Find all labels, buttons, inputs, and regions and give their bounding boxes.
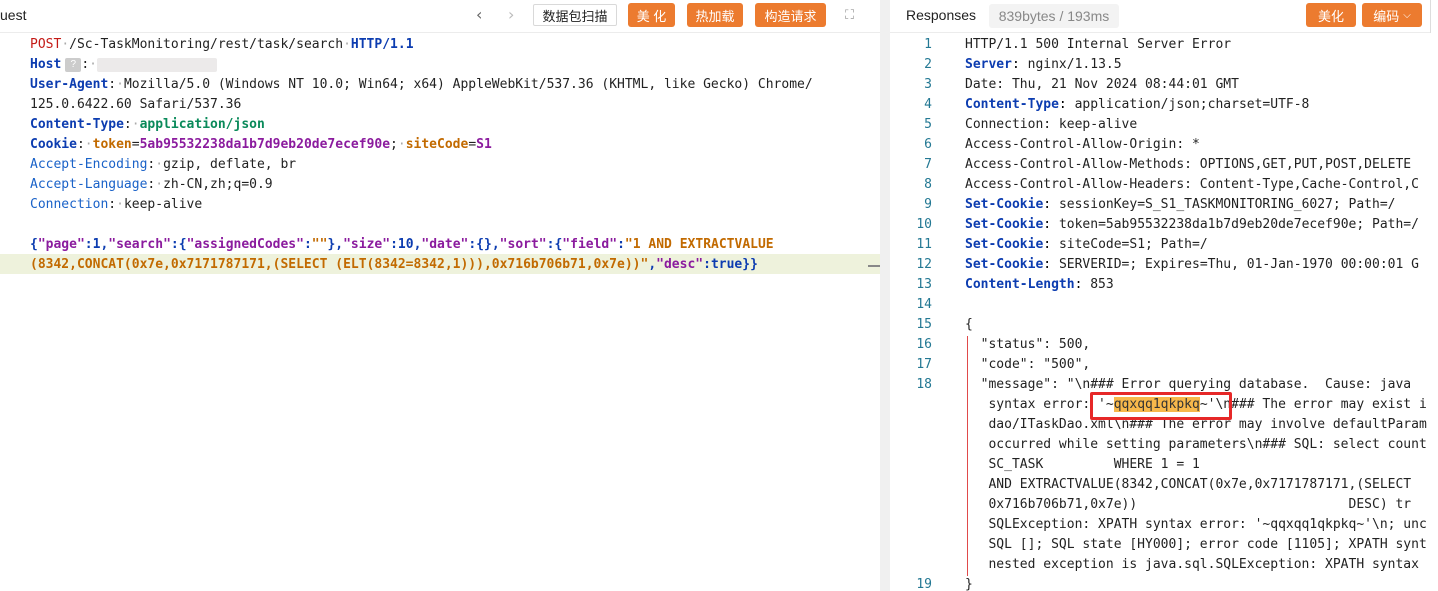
line-number xyxy=(890,435,932,455)
request-line-accept-encoding: Accept-Encoding:·gzip, deflate, br xyxy=(30,157,297,172)
response-line: Date: Thu, 21 Nov 2024 08:44:01 GMT xyxy=(965,77,1239,92)
request-line-content-type: Content-Type:·application/json xyxy=(30,117,265,132)
response-line: nested exception is java.sql.SQLExceptio… xyxy=(965,557,1419,572)
request-toolbar: uest ‹ › 数据包扫描 美 化 热加载 构造请求 ⛶ xyxy=(0,0,880,33)
response-line: Set-Cookie: SERVERID=; Expires=Thu, 01-J… xyxy=(965,257,1419,272)
response-size-badge: 839bytes / 193ms xyxy=(989,4,1119,28)
construct-request-button[interactable]: 构造请求 xyxy=(755,3,826,27)
hot-load-button[interactable]: 热加载 xyxy=(687,3,743,27)
line-number xyxy=(890,515,932,535)
request-line-accept-language: Accept-Language:·zh-CN,zh;q=0.9 xyxy=(30,177,273,192)
response-line: Set-Cookie: sessionKey=S_S1_TASKMONITORI… xyxy=(965,197,1396,212)
line-number: 11 xyxy=(916,237,932,252)
response-beautify-button[interactable]: 美化 xyxy=(1306,3,1356,27)
response-title: Responses xyxy=(906,7,977,23)
forward-icon[interactable]: › xyxy=(508,5,514,24)
response-line: SQLException: XPATH syntax error: '~qqxq… xyxy=(965,517,1427,532)
response-line: Content-Length: 853 xyxy=(965,277,1114,292)
scrollbar[interactable] xyxy=(1430,0,1438,33)
line-number: 17 xyxy=(916,357,932,372)
line-number: 1 xyxy=(924,37,932,52)
request-body-line-2: (8342,CONCAT(0x7e,0x7171787171,(SELECT (… xyxy=(30,257,758,272)
response-pane: Responses 839bytes / 193ms 美化 编码 ⌵ 1 HTTP/… xyxy=(890,0,1438,591)
line-number: 13 xyxy=(916,277,932,292)
response-line: Access-Control-Allow-Methods: OPTIONS,GE… xyxy=(965,157,1412,172)
response-line: Server: nginx/1.13.5 xyxy=(965,57,1122,72)
line-number: 7 xyxy=(924,157,932,172)
line-number xyxy=(890,455,932,475)
fold-guide xyxy=(967,336,968,576)
expand-icon[interactable]: ⛶ xyxy=(845,8,854,23)
line-number: 5 xyxy=(924,117,932,132)
line-number: 10 xyxy=(916,217,932,232)
line-number: 19 xyxy=(916,577,932,591)
line-number: 3 xyxy=(924,77,932,92)
line-number: 16 xyxy=(916,337,932,352)
response-line: Access-Control-Allow-Headers: Content-Ty… xyxy=(965,177,1419,192)
line-number: 18 xyxy=(916,377,932,392)
line-number: 6 xyxy=(924,137,932,152)
scroll-marker xyxy=(868,265,880,267)
request-title: uest xyxy=(0,7,27,23)
response-line: Content-Type: application/json;charset=U… xyxy=(965,97,1310,112)
line-number: 9 xyxy=(924,197,932,212)
response-line: Connection: keep-alive xyxy=(965,117,1138,132)
request-line-ua-wrap: 125.0.6422.60 Safari/537.36 xyxy=(30,97,242,112)
request-line-host: Host?:· xyxy=(30,55,217,75)
highlight-box xyxy=(1090,392,1232,420)
chevron-down-icon: ⌵ xyxy=(1403,9,1411,21)
encode-dropdown[interactable]: 编码 ⌵ xyxy=(1362,3,1422,27)
line-number xyxy=(890,415,932,435)
line-number: 2 xyxy=(924,57,932,72)
response-line: AND EXTRACTVALUE(8342,CONCAT(0x7e,0x7171… xyxy=(965,477,1419,492)
request-line-connection: Connection:·keep-alive xyxy=(30,197,203,212)
response-line: { xyxy=(965,317,973,332)
response-line: } xyxy=(965,577,973,591)
encode-label: 编码 xyxy=(1373,8,1400,24)
line-number xyxy=(890,395,932,415)
packet-scan-button[interactable]: 数据包扫描 xyxy=(533,4,617,26)
request-line-cookie: Cookie:·token=5ab95532238da1b7d9eb20de7e… xyxy=(30,137,492,152)
line-number xyxy=(890,535,932,555)
line-number: 4 xyxy=(924,97,932,112)
beautify-button[interactable]: 美 化 xyxy=(628,3,675,27)
line-number: 8 xyxy=(924,177,932,192)
line-number: 12 xyxy=(916,257,932,272)
response-toolbar: Responses 839bytes / 193ms 美化 编码 ⌵ xyxy=(890,0,1438,33)
response-line: 0x716b706b71,0x7e)) DESC) tr xyxy=(965,497,1412,512)
back-icon[interactable]: ‹ xyxy=(476,5,482,24)
line-number: 15 xyxy=(916,317,932,332)
request-line-ua: User-Agent:·Mozilla/5.0 (Windows NT 10.0… xyxy=(30,77,813,92)
response-line: Access-Control-Allow-Origin: * xyxy=(965,137,1200,152)
redacted-host xyxy=(96,57,217,72)
request-body-line-1: {"page":1,"search":{"assignedCodes":""},… xyxy=(30,237,774,252)
help-icon: ? xyxy=(65,57,82,72)
line-number: 14 xyxy=(916,297,932,312)
response-line: "code": "500", xyxy=(965,357,1091,372)
response-line: HTTP/1.1 500 Internal Server Error xyxy=(965,37,1232,52)
response-line: SQL []; SQL state [HY000]; error code [1… xyxy=(965,537,1427,552)
response-line: occurred while setting parameters\n### S… xyxy=(965,437,1427,452)
line-number xyxy=(890,555,932,575)
line-number xyxy=(890,475,932,495)
response-line: Set-Cookie: siteCode=S1; Path=/ xyxy=(965,237,1208,252)
line-number xyxy=(890,495,932,515)
response-line: Set-Cookie: token=5ab95532238da1b7d9eb20… xyxy=(965,217,1419,232)
response-line: "status": 500, xyxy=(965,337,1091,352)
request-pane: uest ‹ › 数据包扫描 美 化 热加载 构造请求 ⛶ POST·/Sc-T… xyxy=(0,0,880,591)
request-line-1: POST·/Sc-TaskMonitoring/rest/task/search… xyxy=(30,37,414,52)
response-line: SC_TASK WHERE 1 = 1 xyxy=(965,457,1200,472)
